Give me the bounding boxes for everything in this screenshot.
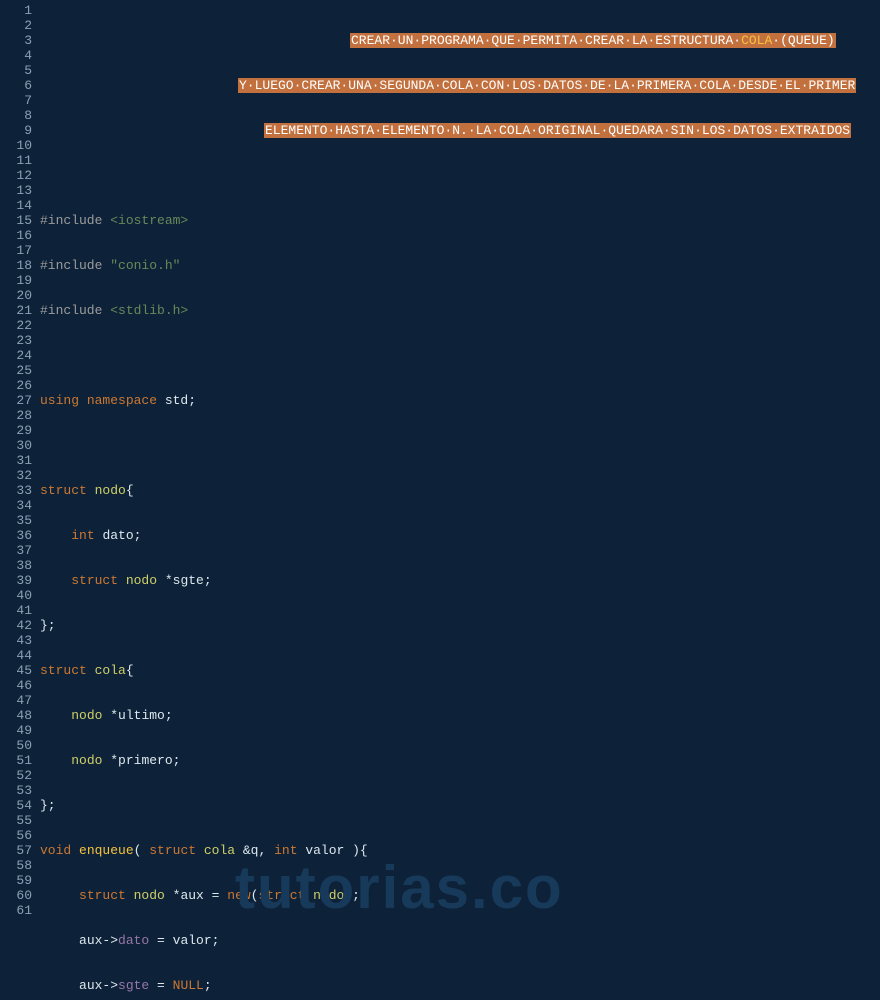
code-editor: 1234567891011121314151617181920212223242… [0, 0, 880, 1000]
line-number: 58 [0, 858, 40, 873]
line-number: 28 [0, 408, 40, 423]
line-number: 44 [0, 648, 40, 663]
line-number: 41 [0, 603, 40, 618]
line-number: 18 [0, 258, 40, 273]
line-number: 33 [0, 483, 40, 498]
line-number: 24 [0, 348, 40, 363]
line-number: 39 [0, 573, 40, 588]
line-number: 56 [0, 828, 40, 843]
line-number: 5 [0, 63, 40, 78]
line-number: 53 [0, 783, 40, 798]
line-number: 2 [0, 18, 40, 33]
line-number: 12 [0, 168, 40, 183]
line-number: 61 [0, 903, 40, 918]
line-number: 45 [0, 663, 40, 678]
line-number: 31 [0, 453, 40, 468]
line-number: 43 [0, 633, 40, 648]
line-number: 36 [0, 528, 40, 543]
line-number: 60 [0, 888, 40, 903]
line-number: 51 [0, 753, 40, 768]
line-number: 37 [0, 543, 40, 558]
line-number: 59 [0, 873, 40, 888]
line-number: 54 [0, 798, 40, 813]
line-number: 15 [0, 213, 40, 228]
line-number: 17 [0, 243, 40, 258]
line-number: 11 [0, 153, 40, 168]
line-number: 55 [0, 813, 40, 828]
line-number: 49 [0, 723, 40, 738]
line-number: 42 [0, 618, 40, 633]
line-number: 35 [0, 513, 40, 528]
line-number: 1 [0, 3, 40, 18]
line-number: 21 [0, 303, 40, 318]
line-number: 6 [0, 78, 40, 93]
line-number: 52 [0, 768, 40, 783]
line-number: 29 [0, 423, 40, 438]
line-number: 3 [0, 33, 40, 48]
line-number: 13 [0, 183, 40, 198]
line-number: 47 [0, 693, 40, 708]
line-number: 34 [0, 498, 40, 513]
line-number: 48 [0, 708, 40, 723]
line-number: 26 [0, 378, 40, 393]
line-number: 9 [0, 123, 40, 138]
line-number: 14 [0, 198, 40, 213]
line-number: 10 [0, 138, 40, 153]
line-number: 50 [0, 738, 40, 753]
line-number: 30 [0, 438, 40, 453]
watermark: tutorias.co [235, 880, 564, 895]
line-number: 27 [0, 393, 40, 408]
line-number: 32 [0, 468, 40, 483]
line-number: 19 [0, 273, 40, 288]
line-number-gutter: 1234567891011121314151617181920212223242… [0, 0, 40, 1000]
line-number: 25 [0, 363, 40, 378]
code-area[interactable]: CREAR·UN·PROGRAMA·QUE·PERMITA·CREAR·LA·E… [40, 0, 880, 1000]
line-number: 38 [0, 558, 40, 573]
line-number: 40 [0, 588, 40, 603]
line-number: 23 [0, 333, 40, 348]
line-number: 22 [0, 318, 40, 333]
line-number: 7 [0, 93, 40, 108]
line-number: 16 [0, 228, 40, 243]
line-number: 20 [0, 288, 40, 303]
line-number: 4 [0, 48, 40, 63]
line-number: 46 [0, 678, 40, 693]
line-number: 57 [0, 843, 40, 858]
line-number: 8 [0, 108, 40, 123]
